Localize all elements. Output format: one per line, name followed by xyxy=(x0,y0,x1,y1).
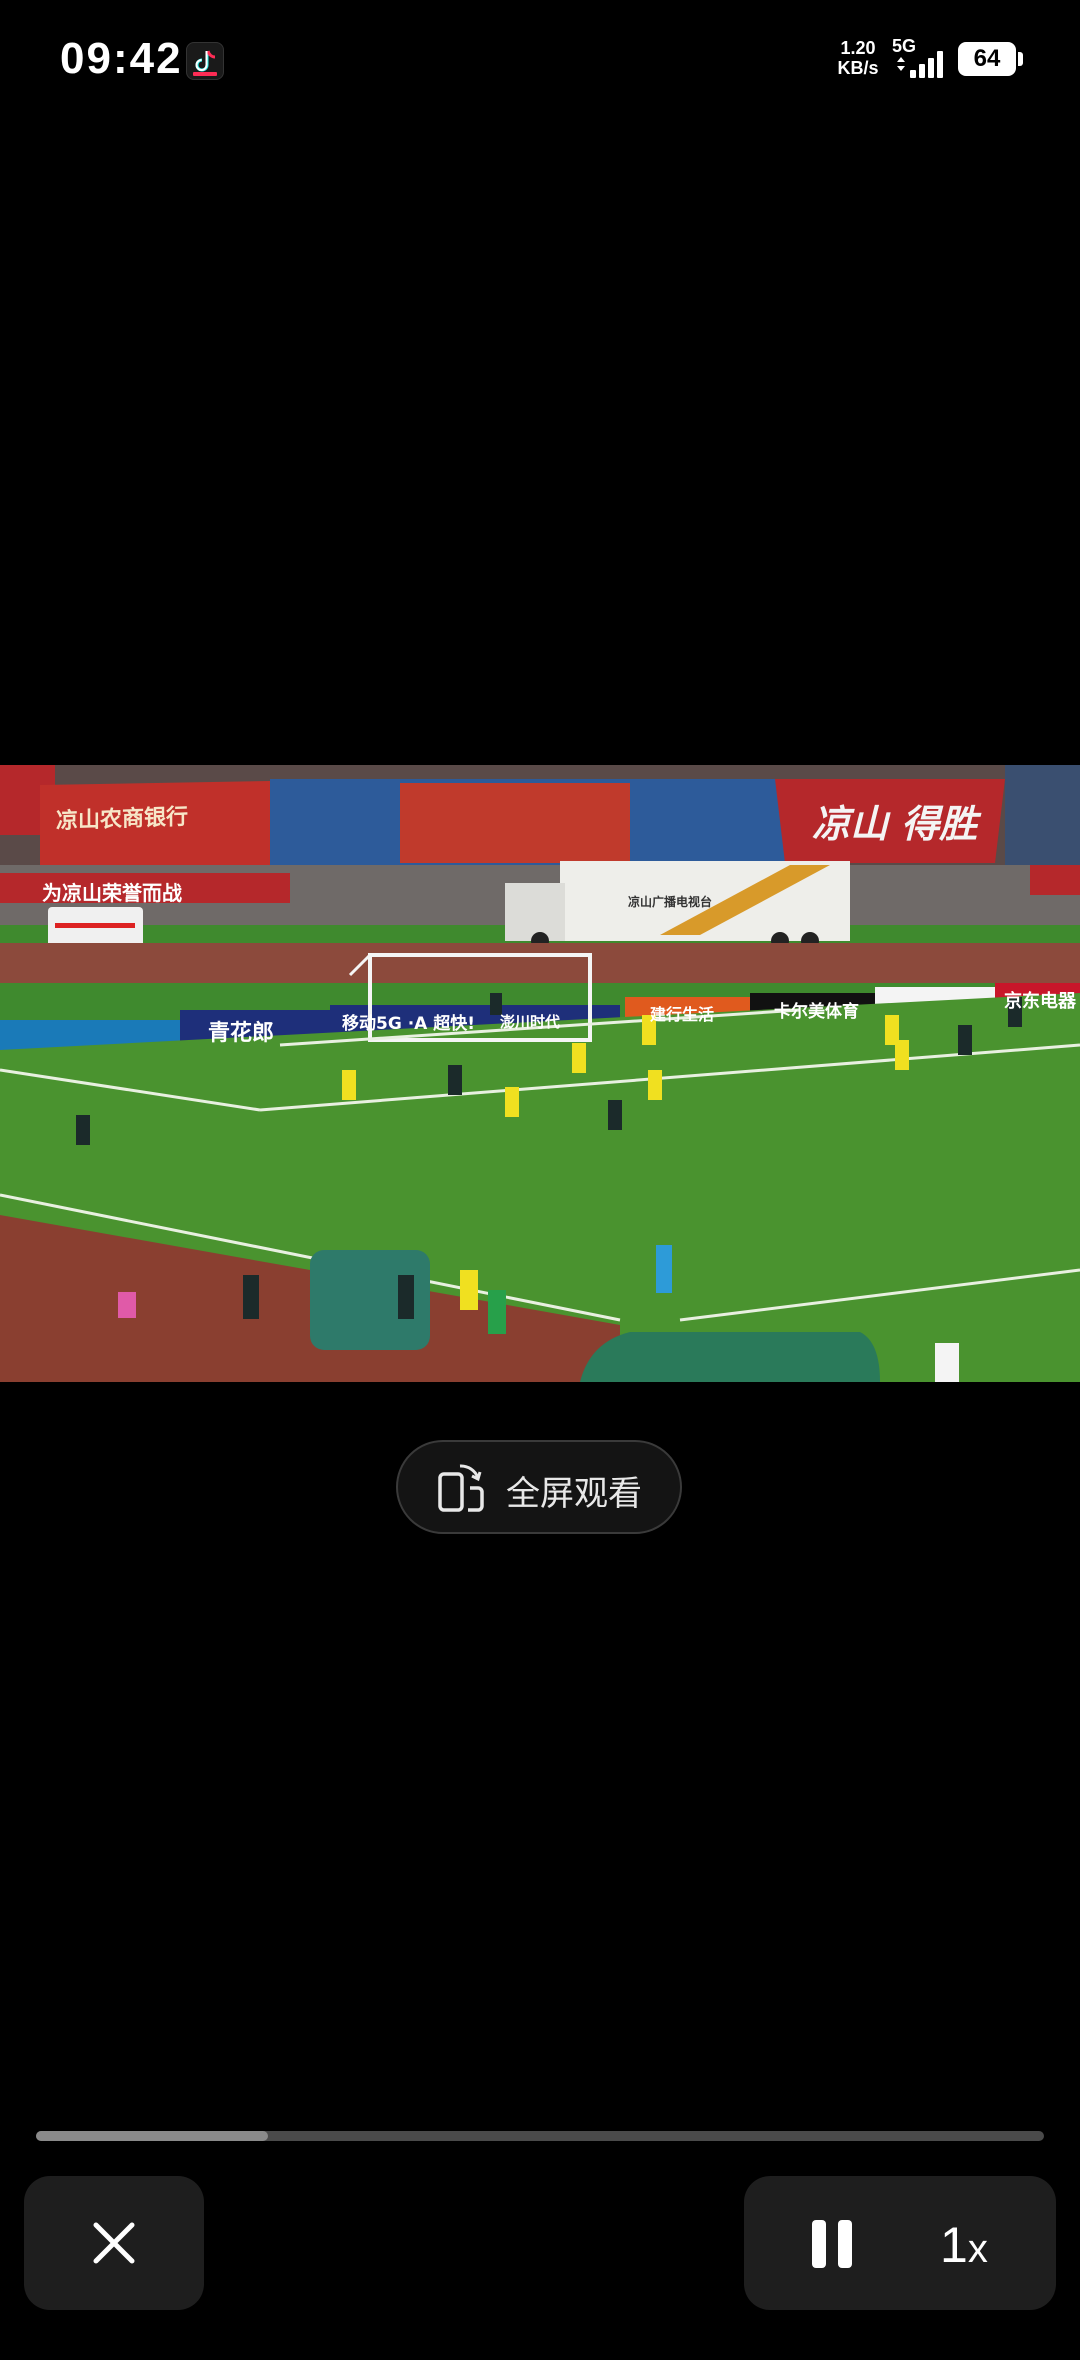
net-speed-unit: KB/s xyxy=(837,58,879,78)
status-time: 09:42 xyxy=(60,34,183,83)
close-button[interactable] xyxy=(24,2176,204,2310)
ad-qinghualang: 青花郎 xyxy=(208,1021,275,1046)
progress-bar[interactable] xyxy=(36,2131,1044,2141)
tiktok-icon xyxy=(186,42,224,80)
screen: 09:42 1.20 KB/s 5G 64 凉山农商银行 为凉山荣誉而战 凉山 … xyxy=(0,0,1080,2360)
video-player[interactable]: 凉山农商银行 为凉山荣誉而战 凉山 得胜 凉山广播电视台 青花郎 移动5G ·A… xyxy=(0,765,1080,1382)
status-bar: 09:42 1.20 KB/s 5G 64 xyxy=(0,0,1080,110)
ad-tv-station: 凉山广播电视台 xyxy=(628,895,713,909)
progress-fill xyxy=(36,2131,268,2141)
playback-speed-button[interactable]: 1x xyxy=(940,2216,988,2274)
banner-slogan: 为凉山荣誉而战 xyxy=(42,881,182,905)
ad-jd: 京东电器 xyxy=(1004,991,1076,1012)
ad-jianxing: 建行生活 xyxy=(650,1005,715,1024)
pause-icon[interactable] xyxy=(806,2218,858,2270)
playback-controls: 1x xyxy=(744,2176,1056,2310)
signal-bars-icon xyxy=(897,51,943,78)
banner-stand-right: 凉山 得胜 xyxy=(812,801,978,846)
fullscreen-button[interactable]: 全屏观看 xyxy=(396,1440,682,1534)
net-speed-value: 1.20 xyxy=(840,38,876,58)
speed-value: 1 xyxy=(940,2217,968,2273)
ad-kappa: 卡尔美体育 xyxy=(774,1002,859,1022)
speed-suffix: x xyxy=(967,2227,988,2271)
banner-bank: 凉山农商银行 xyxy=(56,804,189,835)
battery-tip xyxy=(1018,52,1023,66)
rotate-phone-icon xyxy=(438,1464,484,1512)
battery-indicator: 64 xyxy=(958,42,1016,76)
ad-pengchuan: 澎川时代 xyxy=(500,1013,561,1031)
ad-mobile: 移动5G ·A 超快! xyxy=(342,1014,475,1034)
close-icon xyxy=(93,2222,135,2264)
fullscreen-label: 全屏观看 xyxy=(506,1474,642,1514)
video-frame-scene xyxy=(0,765,1080,1382)
net-speed: 1.20 KB/s xyxy=(830,38,886,78)
